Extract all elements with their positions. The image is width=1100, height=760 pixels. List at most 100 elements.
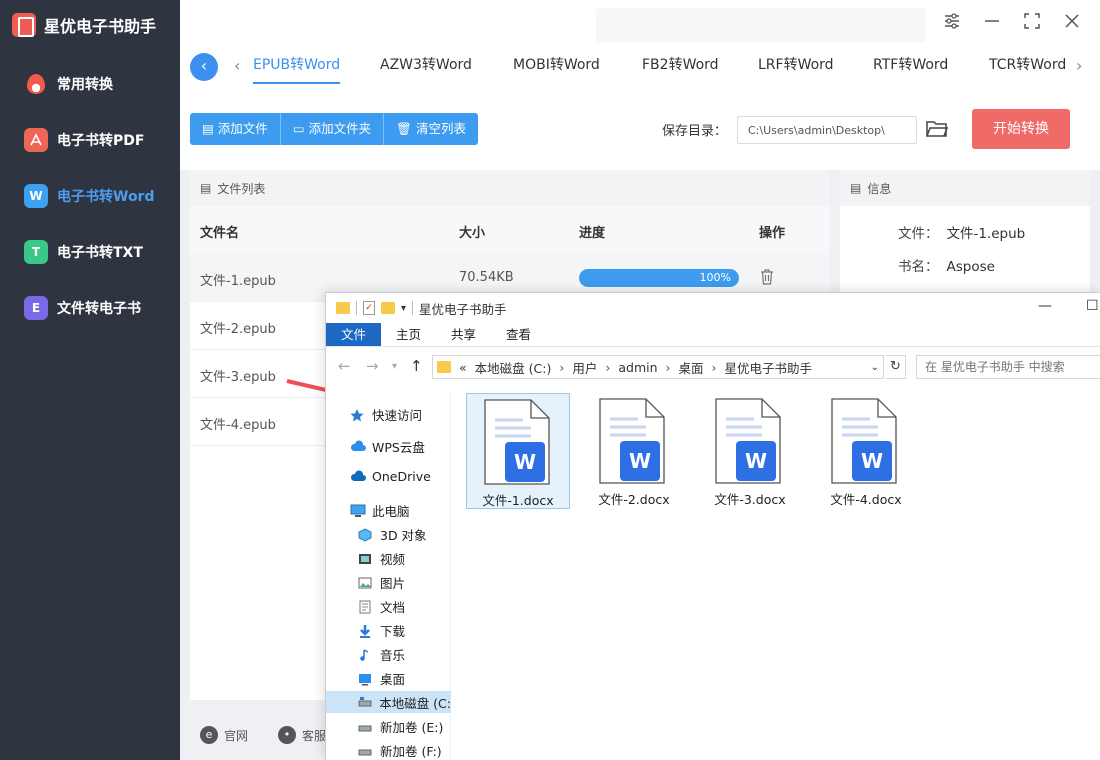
add-file-button[interactable]: ▤ 添加文件 [190,113,281,145]
tab-azw3-to-word[interactable]: AZW3转Word [380,54,472,84]
address-dropdown-icon[interactable]: ⌄ [871,362,879,373]
ribbon-tab-home[interactable]: 主页 [381,323,436,346]
info-panel: ▤ 信息 文件： 文件-1.epub 书名： Aspose [840,170,1090,300]
tree-item-local-disk-c[interactable]: 本地磁盘 (C: [326,691,451,713]
back-arrow-icon[interactable]: ← [338,357,351,375]
list-icon: ▤ [200,181,212,195]
tree-item-documents[interactable]: 文档 [358,597,405,616]
file-name: 文件-2.epub [200,322,276,337]
tree-item-onedrive[interactable]: OneDrive [350,469,431,484]
cube-icon [358,527,374,542]
ribbon-tab-share[interactable]: 共享 [436,323,491,346]
sidebar-item-file-to-ebook[interactable]: E 文件转电子书 [0,280,180,336]
path-overflow[interactable]: « [459,360,467,375]
tree-item-this-pc[interactable]: 此电脑 [350,501,410,520]
progress-text: 100% [699,271,731,284]
svg-text:W: W [629,449,651,473]
ribbon-tab-view[interactable]: 查看 [491,323,546,346]
explorer-ribbon: 文件 主页 共享 查看 [326,323,1100,347]
service-link[interactable]: • 客服 [278,726,326,744]
sidebar-item-label: 文件转电子书 [57,301,141,317]
sidebar-item-ebook-to-pdf[interactable]: 电子书转PDF [0,112,180,168]
tree-item-downloads[interactable]: 下载 [358,621,405,640]
clear-list-button[interactable]: 🗑 清空列表 [384,113,478,145]
tab-tcr-to-word[interactable]: TCR转Word [989,54,1067,84]
tab-fb2-to-word[interactable]: FB2转Word [642,54,719,84]
file-tile[interactable]: W 文件-2.docx [582,393,686,509]
svg-text:W: W [514,450,536,474]
breadcrumb-folder[interactable]: 星优电子书助手 [725,358,813,377]
file-size: 70.54KB [459,270,514,285]
properties-icon[interactable]: ✓ [363,301,375,315]
tree-label: 本地磁盘 (C: [379,695,451,711]
quick-access-dropdown-icon[interactable]: ▾ [401,303,406,314]
pc-icon [350,504,366,518]
sidebar-item-ebook-to-word[interactable]: W 电子书转Word [0,168,180,224]
tree-item-3d-objects[interactable]: 3D 对象 [358,525,427,544]
col-progress: 进度 [579,226,606,241]
chat-icon: • [278,726,297,744]
sidebar-item-ebook-to-txt[interactable]: T 电子书转TXT [0,224,180,280]
explorer-minimize-icon[interactable]: — [1038,298,1052,314]
tree-item-music[interactable]: 音乐 [358,645,405,664]
tab-lrf-to-word[interactable]: LRF转Word [758,54,834,84]
add-folder-button[interactable]: ▭ 添加文件夹 [281,113,385,145]
tree-item-videos[interactable]: 视频 [358,549,405,568]
forward-arrow-icon[interactable]: → [366,357,379,375]
ribbon-tab-file[interactable]: 文件 [326,323,382,346]
delete-icon[interactable] [760,269,774,285]
explorer-maximize-icon[interactable]: ☐ [1086,298,1099,314]
file-name: 文件-4.epub [200,418,276,433]
file-list-title: 文件列表 [217,181,266,196]
tab-mobi-to-word[interactable]: MOBI转Word [513,54,600,84]
up-arrow-icon[interactable]: ↑ [410,357,423,375]
breadcrumb-desktop[interactable]: 桌面 [679,358,704,377]
address-bar[interactable]: « 本地磁盘 (C:) › 用户 › admin › 桌面 › 星优电子书助手 ⌄ [432,355,884,379]
close-icon[interactable] [1060,12,1084,36]
chevron-right-icon[interactable]: › [1076,56,1082,75]
app-logo-icon [12,13,36,37]
sidebar: 星优电子书助手 常用转换 电子书转PDF W 电子书转Word T 电子书转TX… [0,0,180,760]
breadcrumb-admin[interactable]: admin [618,360,657,375]
tree-item-volume-e[interactable]: 新加卷 (E:) [358,717,443,736]
refresh-icon[interactable]: ↻ [886,355,906,379]
website-link[interactable]: e 官网 [200,726,248,744]
minimize-icon[interactable] [980,12,1004,36]
fire-icon [24,72,48,96]
clear-list-label: 清空列表 [415,121,466,136]
breadcrumb-users[interactable]: 用户 [572,358,597,377]
tree-item-desktop[interactable]: 桌面 [358,669,405,688]
file-tile[interactable]: W 文件-4.docx [814,393,918,509]
browse-folder-icon[interactable] [926,118,949,138]
new-folder-icon[interactable] [381,302,395,314]
sidebar-item-common[interactable]: 常用转换 [0,56,180,112]
tree-label: OneDrive [372,469,431,484]
file-tile-name: 文件-3.docx [714,492,786,507]
info-header: ▤ 信息 [840,170,1090,206]
word-icon: W [24,184,48,208]
file-tile[interactable]: W 文件-3.docx [698,393,802,509]
tree-item-volume-f[interactable]: 新加卷 (F:) [358,741,442,760]
word-doc-icon: W [831,398,897,484]
tree-item-quick-access[interactable]: 快速访问 [350,405,422,424]
tree-item-wps-cloud[interactable]: WPS云盘 [350,437,425,456]
settings-icon[interactable] [940,12,964,36]
tabs-back-button[interactable]: ‹ [190,53,218,81]
explorer-search-input[interactable] [916,355,1100,379]
maximize-icon[interactable] [1020,12,1044,36]
sidebar-item-label: 电子书转Word [57,189,155,205]
format-tabs: ‹ ‹ EPUB转Word AZW3转Word MOBI转Word FB2转Wo… [180,48,1100,88]
col-action: 操作 [759,226,786,241]
document-icon [358,600,374,614]
info-file-value: 文件-1.epub [946,226,1026,242]
save-dir-input[interactable] [737,116,917,144]
tab-epub-to-word[interactable]: EPUB转Word [253,54,341,84]
breadcrumb-drive[interactable]: 本地磁盘 (C:) [475,358,552,377]
recent-dropdown-icon[interactable]: ▾ [392,361,397,372]
file-tile[interactable]: W 文件-1.docx [466,393,570,509]
folder-icon [437,361,451,373]
tree-item-pictures[interactable]: 图片 [358,573,405,592]
chevron-left-icon[interactable]: ‹ [234,56,240,75]
tab-rtf-to-word[interactable]: RTF转Word [873,54,948,84]
start-convert-button[interactable]: 开始转换 [972,109,1070,149]
